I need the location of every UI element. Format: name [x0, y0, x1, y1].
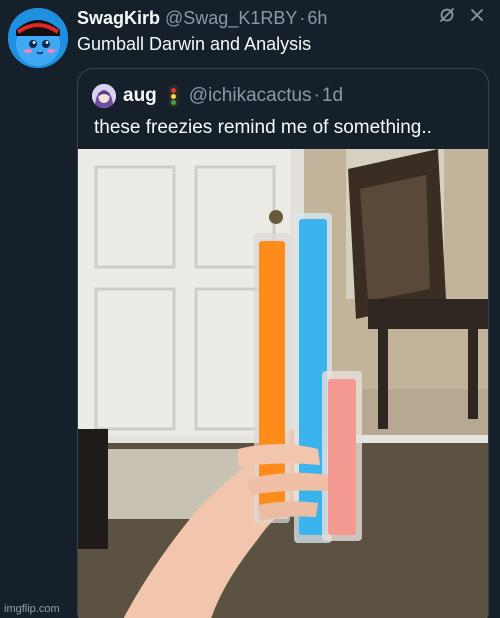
avatar[interactable] [8, 8, 68, 68]
separator-dot: · [299, 7, 306, 28]
quoted-tweet-header: aug @ichikacactus · 1d [92, 83, 478, 109]
tweet-header: SwagKirb @Swag_K1RBY · 6h [77, 7, 490, 29]
quoted-tweet-text: these freezies remind me of something.. [94, 117, 432, 138]
tweet-text: Gumball Darwin and Analysis [77, 34, 312, 54]
header-actions [438, 6, 486, 24]
timestamp[interactable]: 6h [307, 8, 327, 29]
imgflip-watermark: imgflip.com [4, 603, 60, 615]
quoted-tweet-card[interactable]: aug @ichikacactus · 1d these freezies re… [77, 68, 489, 618]
tweet-photo[interactable] [78, 149, 488, 618]
quoted-timestamp[interactable]: 1d [322, 85, 343, 107]
quoted-user-handle[interactable]: @ichikacactus [189, 85, 312, 107]
display-name[interactable]: SwagKirb [77, 8, 160, 29]
user-handle[interactable]: @Swag_K1RBY [165, 8, 297, 29]
separator-dot: · [313, 85, 320, 106]
tweet-screenshot: SwagKirb @Swag_K1RBY · 6h Gumball Darwin… [0, 0, 500, 618]
grok-icon[interactable] [438, 6, 456, 24]
avatar[interactable] [92, 84, 116, 108]
photo-of-freezies [78, 149, 488, 618]
anime-avatar-icon [92, 84, 116, 108]
quoted-display-name[interactable]: aug [123, 85, 157, 107]
close-icon[interactable] [468, 6, 486, 24]
traffic-light-icon [168, 85, 179, 107]
kirby-avatar-icon [8, 8, 68, 68]
